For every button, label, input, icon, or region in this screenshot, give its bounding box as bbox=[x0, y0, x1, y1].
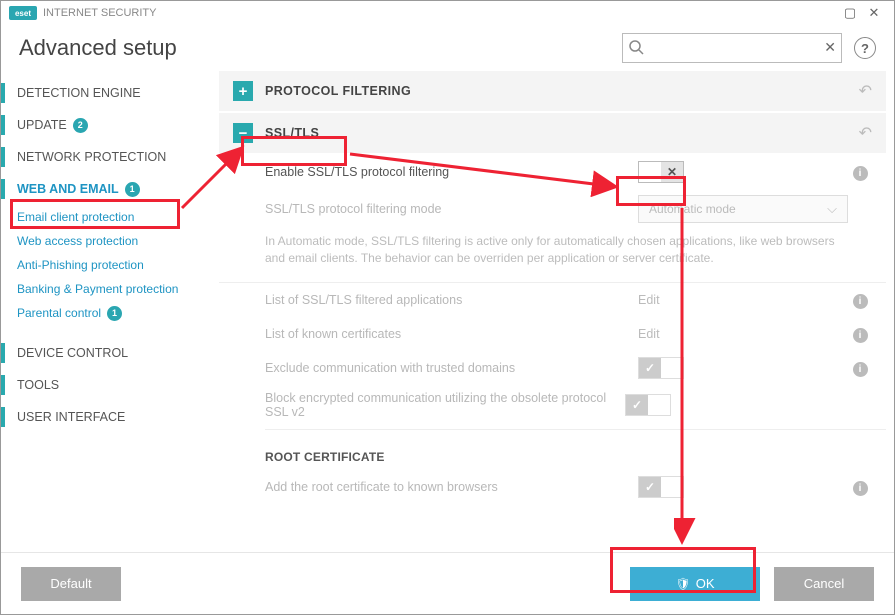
brand-product: INTERNET SECURITY bbox=[43, 7, 156, 19]
row-enable-ssl: Enable SSL/TLS protocol filtering ✕ i bbox=[219, 155, 886, 189]
sidebar: DETECTION ENGINE UPDATE 2 NETWORK PROTECT… bbox=[1, 71, 219, 552]
label: OK bbox=[696, 576, 715, 591]
label: USER INTERFACE bbox=[17, 410, 125, 424]
sidebar-sub-parental[interactable]: Parental control 1 bbox=[1, 301, 219, 325]
search-box: ✕ bbox=[622, 33, 842, 63]
page-title: Advanced setup bbox=[19, 35, 622, 61]
sidebar-sub-webaccess[interactable]: Web access protection bbox=[1, 229, 219, 253]
sidebar-item-web-email[interactable]: WEB AND EMAIL 1 bbox=[1, 173, 219, 205]
label: Block encrypted communication utilizing … bbox=[265, 391, 625, 419]
expand-icon: + bbox=[233, 81, 253, 101]
header: Advanced setup ✕ ? bbox=[1, 25, 894, 71]
sidebar-item-detection[interactable]: DETECTION ENGINE bbox=[1, 77, 219, 109]
sidebar-item-device[interactable]: DEVICE CONTROL bbox=[1, 337, 219, 369]
shield-icon: 🛡 bbox=[675, 577, 690, 591]
row-trusted-domains: Exclude communication with trusted domai… bbox=[219, 351, 886, 385]
label: Enable SSL/TLS protocol filtering bbox=[265, 165, 638, 179]
label: Parental control bbox=[17, 306, 101, 320]
search-input[interactable] bbox=[622, 33, 842, 63]
ok-button[interactable]: 🛡 OK bbox=[630, 567, 760, 601]
info-icon[interactable]: i bbox=[848, 359, 872, 377]
sidebar-sub-banking[interactable]: Banking & Payment protection bbox=[1, 277, 219, 301]
toggle-root-cert: ✓ bbox=[638, 476, 684, 498]
search-clear-icon[interactable]: ✕ bbox=[824, 39, 836, 56]
badge: 2 bbox=[73, 118, 88, 133]
select-filtering-mode: Automatic mode ⌵ bbox=[638, 195, 848, 223]
mode-description: In Automatic mode, SSL/TLS filtering is … bbox=[219, 229, 886, 283]
sidebar-item-network[interactable]: NETWORK PROTECTION bbox=[1, 141, 219, 173]
label: Email client protection bbox=[17, 210, 134, 224]
sidebar-item-tools[interactable]: TOOLS bbox=[1, 369, 219, 401]
info-icon[interactable]: i bbox=[848, 291, 872, 309]
value: Automatic mode bbox=[649, 202, 736, 216]
default-button[interactable]: Default bbox=[21, 567, 121, 601]
sidebar-sub-antiphishing[interactable]: Anti-Phishing protection bbox=[1, 253, 219, 277]
section-ssl-tls[interactable]: − SSL/TLS ↶ bbox=[219, 113, 886, 153]
row-block-sslv2: Block encrypted communication utilizing … bbox=[219, 385, 886, 425]
sidebar-item-ui[interactable]: USER INTERFACE bbox=[1, 401, 219, 433]
cancel-button[interactable]: Cancel bbox=[774, 567, 874, 601]
label: List of known certificates bbox=[265, 327, 638, 341]
badge: 1 bbox=[107, 306, 122, 321]
section-protocol-filtering[interactable]: + PROTOCOL FILTERING ↶ bbox=[219, 71, 886, 111]
label: List of SSL/TLS filtered applications bbox=[265, 293, 638, 307]
label: TOOLS bbox=[17, 378, 59, 392]
info-icon[interactable]: i bbox=[848, 478, 872, 496]
sidebar-item-update[interactable]: UPDATE 2 bbox=[1, 109, 219, 141]
toggle-trusted-domains: ✓ bbox=[638, 357, 684, 379]
search-icon bbox=[628, 39, 644, 60]
toggle-enable-ssl[interactable]: ✕ bbox=[638, 161, 684, 183]
brand-logo: eset bbox=[9, 6, 37, 20]
row-root-cert: Add the root certificate to known browse… bbox=[219, 470, 886, 504]
info-icon[interactable]: i bbox=[848, 163, 872, 181]
edit-link: Edit bbox=[638, 327, 660, 341]
section-title: PROTOCOL FILTERING bbox=[265, 84, 411, 98]
label: Anti-Phishing protection bbox=[17, 258, 144, 272]
label: Banking & Payment protection bbox=[17, 282, 178, 296]
window: eset INTERNET SECURITY ▢ ✕ Advanced setu… bbox=[0, 0, 895, 615]
row-known-certs: List of known certificates Edit i bbox=[219, 317, 886, 351]
row-filtering-mode: SSL/TLS protocol filtering mode Automati… bbox=[219, 189, 886, 229]
label: SSL/TLS protocol filtering mode bbox=[265, 202, 638, 216]
undo-icon[interactable]: ↶ bbox=[859, 81, 872, 101]
chevron-down-icon: ⌵ bbox=[827, 201, 837, 217]
badge: 1 bbox=[125, 182, 140, 197]
window-maximize-icon[interactable]: ▢ bbox=[838, 3, 862, 23]
toggle-block-sslv2: ✓ bbox=[625, 394, 671, 416]
window-close-icon[interactable]: ✕ bbox=[862, 3, 886, 23]
label: Exclude communication with trusted domai… bbox=[265, 361, 638, 375]
label: DEVICE CONTROL bbox=[17, 346, 128, 360]
section-title: SSL/TLS bbox=[265, 126, 319, 140]
label: NETWORK PROTECTION bbox=[17, 150, 166, 164]
sidebar-sub-email[interactable]: Email client protection bbox=[1, 205, 219, 229]
label: WEB AND EMAIL bbox=[17, 182, 119, 196]
info-icon[interactable]: i bbox=[848, 325, 872, 343]
content-panel: + PROTOCOL FILTERING ↶ − SSL/TLS ↶ Enabl… bbox=[219, 71, 894, 552]
undo-icon[interactable]: ↶ bbox=[859, 123, 872, 143]
label: Web access protection bbox=[17, 234, 138, 248]
footer: Default 🛡 OK Cancel bbox=[1, 552, 894, 614]
label: UPDATE bbox=[17, 118, 67, 132]
subheading-root-cert: ROOT CERTIFICATE bbox=[219, 434, 886, 470]
titlebar: eset INTERNET SECURITY ▢ ✕ bbox=[1, 1, 894, 25]
label: Add the root certificate to known browse… bbox=[265, 480, 638, 494]
label: DETECTION ENGINE bbox=[17, 86, 141, 100]
collapse-icon: − bbox=[233, 123, 253, 143]
edit-link: Edit bbox=[638, 293, 660, 307]
row-filtered-apps: List of SSL/TLS filtered applications Ed… bbox=[219, 283, 886, 317]
help-button[interactable]: ? bbox=[854, 37, 876, 59]
